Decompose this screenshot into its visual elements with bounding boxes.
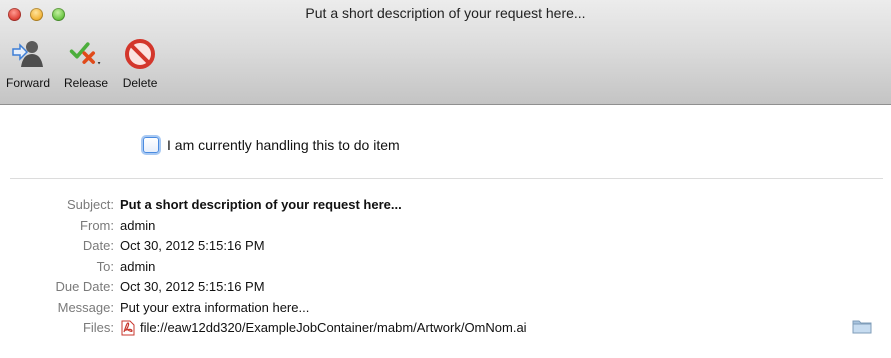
from-value: admin [120,217,156,233]
pdf-icon [120,320,136,336]
due-date-label: Due Date: [55,279,114,294]
subject-value: Put a short description of your request … [120,197,402,212]
handling-checkbox-row: I am currently handling this to do item [143,137,400,153]
handling-label[interactable]: I am currently handling this to do item [167,137,400,153]
due-date-value: Oct 30, 2012 5:15:16 PM [120,279,265,294]
forward-label: Forward [6,76,51,90]
folder-icon[interactable] [852,318,872,334]
subject-row: Subject: Put a short description of your… [0,195,891,216]
release-button[interactable]: Release [64,36,108,90]
date-value: Oct 30, 2012 5:15:16 PM [120,238,265,253]
date-row: Date: Oct 30, 2012 5:15:16 PM [0,236,891,257]
message-value: Put your extra information here... [120,299,310,315]
from-row: From: admin [0,216,891,237]
release-label: Release [64,76,109,90]
file-link[interactable]: file://eaw12dd320/ExampleJobContainer/ma… [120,318,527,339]
to-label: To: [96,258,114,274]
to-row: To: admin [0,257,891,278]
delete-button[interactable]: Delete [122,36,158,90]
window-titlebar: Put a short description of your request … [0,0,891,105]
toolbar: Forward Release Delete [6,36,158,90]
message-label: Message: [57,299,114,315]
delete-label: Delete [122,76,158,90]
files-label: Files: [82,320,114,335]
due-date-row: Due Date: Oct 30, 2012 5:15:16 PM [0,277,891,298]
person-forward-icon [10,36,46,72]
handling-checkbox[interactable] [143,137,159,153]
forward-button[interactable]: Forward [6,36,50,90]
window-title: Put a short description of your request … [305,5,586,21]
date-label: Date: [82,238,114,253]
from-label: From: [80,217,114,233]
prohibited-icon [122,36,158,72]
message-row: Message: Put your extra information here… [0,298,891,319]
files-row: Files: file://eaw12dd320/ExampleJobConta… [0,318,891,339]
item-details: Subject: Put a short description of your… [0,195,891,339]
file-path[interactable]: file://eaw12dd320/ExampleJobContainer/ma… [140,318,527,339]
to-value: admin [120,258,156,274]
divider [10,178,883,179]
check-x-icon [68,36,104,72]
subject-label: Subject: [67,197,114,212]
